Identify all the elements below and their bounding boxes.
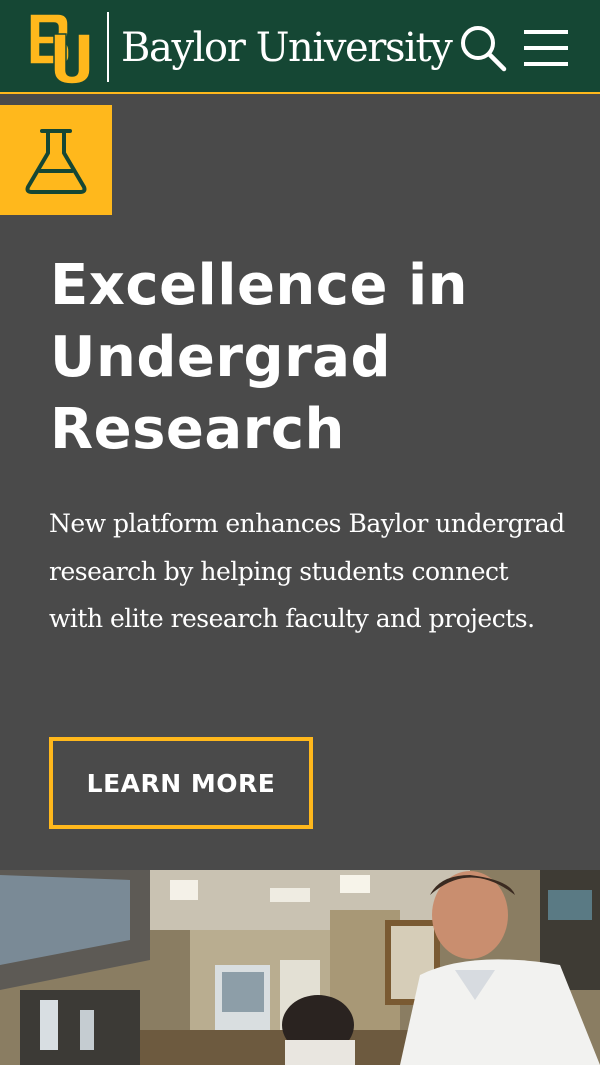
flask-icon (25, 129, 87, 194)
baylor-bu-logo[interactable] (28, 10, 92, 84)
menu-button[interactable] (518, 26, 574, 70)
search-button[interactable] (458, 22, 508, 74)
site-header: Baylor University (0, 0, 600, 94)
learn-more-label: LEARN MORE (86, 768, 276, 798)
hamburger-menu-icon (524, 30, 568, 66)
lab-scene-image (0, 870, 600, 1065)
hero-title: Excellence in Undergrad Research (50, 253, 469, 462)
hero-description: New platform enhances Baylor undergrad r… (49, 509, 565, 633)
hero-icon-tile (0, 105, 112, 215)
logo-divider (107, 12, 109, 82)
learn-more-button[interactable]: LEARN MORE (49, 737, 313, 829)
laboratory-photo (0, 870, 600, 1065)
search-icon (461, 26, 507, 72)
site-title[interactable]: Baylor University (121, 22, 453, 74)
